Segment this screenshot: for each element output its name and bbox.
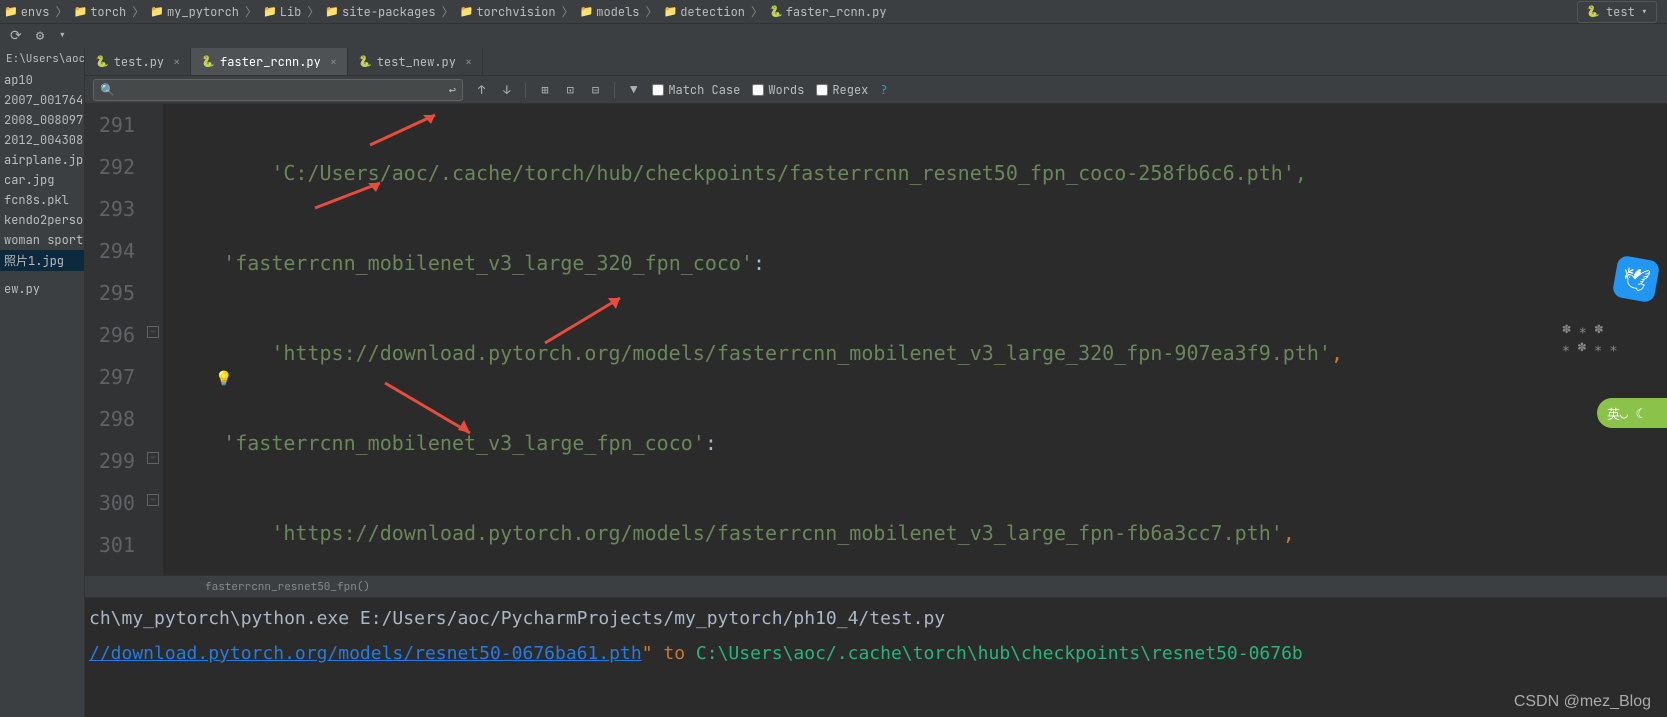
list-item[interactable]: car.jpg [0,170,84,190]
tab-test[interactable]: 🐍 test.py × [85,48,191,75]
search-icon: 🔍 [100,82,115,98]
code-editor[interactable]: 291 292 293 294 295 296 297 298 299 300 … [85,104,1667,575]
folder-icon: 📁 [263,5,277,19]
breadcrumb-bar: 📁envs〉 📁torch〉 📁my_pytorch〉 📁Lib〉 📁site-… [0,0,1667,24]
run-configuration[interactable]: 🐍 test ▾ [1577,1,1657,23]
list-item[interactable]: ap10 [0,70,84,90]
watermark: CSDN @mez_Blog [1514,693,1651,711]
match-case-checkbox[interactable]: Match Case [652,82,740,98]
breadcrumb[interactable]: 📁envs〉 📁torch〉 📁my_pytorch〉 📁Lib〉 📁site-… [0,3,887,20]
folder-icon: 📁 [4,5,18,19]
add-selection-icon[interactable]: ⊡ [564,82,577,98]
code-breadcrumb[interactable]: fasterrcnn_resnet50_fpn() [85,575,1667,597]
project-sidebar[interactable]: E:\Users\aoc\Py... ap10 2007_001764.jp 2… [0,48,85,717]
list-item[interactable]: ew.py [0,279,84,299]
list-item[interactable]: 2012_004308.jp [0,130,84,150]
select-all-icon[interactable]: ⊞ [538,82,551,98]
filter-icon[interactable]: ▼ [627,82,640,98]
folder-icon: 📁 [580,5,594,19]
folder-icon: 📁 [74,5,88,19]
list-item[interactable]: kendo2person.jp [0,210,84,230]
python-file-icon: 🐍 [95,55,109,69]
intention-bulb-icon[interactable]: 💡 [215,370,232,388]
help-icon[interactable]: ? [880,82,887,98]
history-icon[interactable]: ↩ [449,82,456,98]
python-file-icon: 🐍 [769,5,783,19]
xunlei-icon[interactable]: 🕊 [1612,255,1661,304]
folder-icon: 📁 [460,5,474,19]
list-item[interactable]: airplane.jpg [0,150,84,170]
remove-selection-icon[interactable]: ⊟ [589,82,602,98]
chevron-down-icon[interactable]: ▾ [58,27,66,45]
list-item[interactable]: woman sport.jpg [0,230,84,250]
sidebar-path: E:\Users\aoc\Py... [0,48,84,70]
fold-column[interactable]: − − − [145,104,163,575]
close-icon[interactable]: × [330,54,337,70]
folder-icon: 📁 [664,5,678,19]
file-list[interactable]: ap10 2007_001764.jp 2008_008097.jp 2012_… [0,70,84,299]
ime-badge[interactable]: 英 ◡ ☾ [1597,398,1667,428]
sync-icon[interactable]: ⟳ [10,27,22,45]
find-input-wrapper[interactable]: 🔍 ↩ [93,79,463,101]
python-file-icon: 🐍 [201,55,215,69]
list-item[interactable]: 照片1.jpg [0,250,84,271]
fold-minus-icon[interactable]: − [147,494,159,506]
words-checkbox[interactable]: Words [752,82,804,98]
close-icon[interactable]: × [173,54,180,70]
regex-checkbox[interactable]: Regex [816,82,868,98]
terminal-output[interactable]: ch\my_pytorch\python.exe E:/Users/aoc/Py… [85,597,1667,717]
editor-tabs: 🐍 test.py × 🐍 faster_rcnn.py × 🐍 test_ne… [85,48,1667,76]
python-icon: 🐍 [1586,5,1600,19]
tab-test-new[interactable]: 🐍 test_new.py × [348,48,483,75]
line-gutter: 291 292 293 294 295 296 297 298 299 300 … [85,104,145,575]
arrow-up-icon[interactable]: ↑ [475,82,488,98]
toolbar: ⟳ ⚙ ▾ [0,24,1667,48]
chevron-down-icon: ▾ [1641,4,1648,20]
list-item[interactable]: fcn8s.pkl [0,190,84,210]
folder-icon: 📁 [150,5,164,19]
tab-faster-rcnn[interactable]: 🐍 faster_rcnn.py × [191,48,348,75]
close-icon[interactable]: × [465,54,472,70]
decorative-dandelion: ✽ ⁎ ✽⁎ ✽ ⁎ ⁎ [1562,320,1617,356]
list-item[interactable]: 2008_008097.jp [0,110,84,130]
find-bar: 🔍 ↩ ↑ ↓ ⊞ ⊡ ⊟ ▼ Match Case Words Regex ? [85,76,1667,104]
folder-icon: 📁 [325,5,339,19]
arrow-down-icon[interactable]: ↓ [500,82,513,98]
find-input[interactable] [115,83,449,97]
list-item[interactable]: 2007_001764.jp [0,90,84,110]
fold-minus-icon[interactable]: − [147,326,159,338]
fold-minus-icon[interactable]: − [147,452,159,464]
settings-icon[interactable]: ⚙ [36,27,44,45]
python-file-icon: 🐍 [358,55,372,69]
